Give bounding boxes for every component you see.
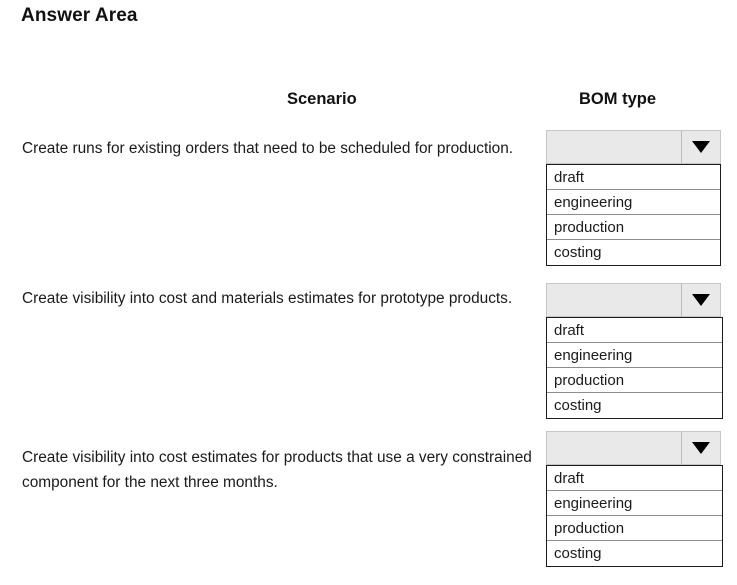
bom-type-select-1[interactable] (546, 130, 721, 164)
option-item[interactable]: costing (547, 240, 720, 265)
bom-type-dropdown-group-2: draft engineering production costing (546, 283, 723, 419)
option-item[interactable]: costing (547, 541, 722, 566)
option-item[interactable]: production (547, 215, 720, 240)
chevron-down-icon[interactable] (682, 284, 720, 316)
bom-type-select-1-value[interactable] (547, 131, 682, 163)
chevron-down-icon[interactable] (682, 131, 720, 163)
scenario-text-2: Create visibility into cost and material… (22, 290, 513, 307)
option-item[interactable]: draft (547, 466, 722, 491)
option-item[interactable]: production (547, 368, 722, 393)
option-item[interactable]: engineering (547, 190, 720, 215)
bom-type-select-2[interactable] (546, 283, 721, 317)
bom-type-dropdown-group-1: draft engineering production costing (546, 130, 721, 266)
option-item[interactable]: draft (547, 318, 722, 343)
option-item[interactable]: production (547, 516, 722, 541)
bom-type-select-3[interactable] (546, 431, 721, 465)
scenario-text-3: Create visibility into cost estimates fo… (22, 449, 532, 491)
bom-type-option-list-1: draft engineering production costing (546, 164, 721, 266)
column-header-scenario: Scenario (287, 90, 357, 108)
scenario-text-1: Create runs for existing orders that nee… (22, 140, 514, 157)
option-item[interactable]: costing (547, 393, 722, 418)
bom-type-option-list-3: draft engineering production costing (546, 465, 723, 567)
bom-type-select-3-value[interactable] (547, 432, 682, 464)
bom-type-dropdown-group-3: draft engineering production costing (546, 431, 723, 567)
option-item[interactable]: engineering (547, 343, 722, 368)
bom-type-option-list-2: draft engineering production costing (546, 317, 723, 419)
column-header-bom-type: BOM type (579, 90, 657, 108)
chevron-down-icon[interactable] (682, 432, 720, 464)
option-item[interactable]: engineering (547, 491, 722, 516)
page-title: Answer Area (21, 5, 138, 26)
option-item[interactable]: draft (547, 165, 720, 190)
bom-type-select-2-value[interactable] (547, 284, 682, 316)
